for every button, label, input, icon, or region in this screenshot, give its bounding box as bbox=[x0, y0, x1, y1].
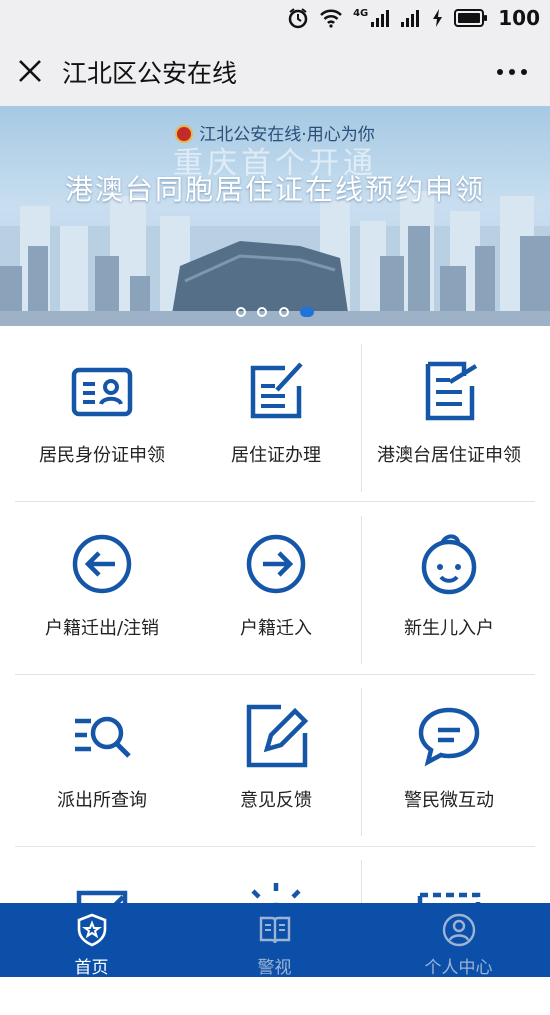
status-bar: 4G 100 bbox=[0, 0, 550, 36]
network-type: 4G bbox=[353, 7, 369, 19]
tab-label: 个人中心 bbox=[424, 958, 493, 978]
arrow-left-circle-icon bbox=[72, 534, 132, 594]
police-badge-icon bbox=[77, 913, 106, 947]
service-label: 户籍迁出/注销 bbox=[44, 618, 160, 639]
service-interaction[interactable]: 警民微互动 bbox=[362, 671, 536, 843]
service-label: 警民微互动 bbox=[404, 790, 494, 811]
service-label: 户籍迁入 bbox=[240, 618, 312, 639]
service-hukou-in[interactable]: 户籍迁入 bbox=[189, 499, 363, 671]
chat-bubble-icon bbox=[418, 707, 480, 767]
wifi-icon bbox=[320, 9, 342, 28]
service-label: 港澳台居住证申领 bbox=[377, 445, 521, 466]
tab-label: 首页 bbox=[74, 958, 109, 978]
pencil-square-icon bbox=[246, 704, 309, 768]
bottom-tab-bar: 首页 警视 个人中心 bbox=[0, 903, 550, 978]
charging-icon bbox=[433, 9, 443, 27]
document-edit-icon bbox=[425, 361, 478, 421]
service-id-card[interactable]: 居民身份证申领 bbox=[15, 326, 189, 498]
service-label: 意见反馈 bbox=[240, 790, 312, 811]
service-feedback[interactable]: 意见反馈 bbox=[189, 671, 363, 843]
carousel-dot[interactable] bbox=[278, 307, 289, 317]
more-options-icon[interactable] bbox=[496, 68, 528, 76]
page-title: 江北区公安在线 bbox=[62, 59, 238, 88]
service-residence-permit[interactable]: 居住证办理 bbox=[189, 326, 363, 498]
alarm-clock-icon bbox=[288, 8, 308, 29]
baby-face-icon bbox=[421, 534, 477, 595]
signal-icon-2 bbox=[401, 10, 420, 27]
service-label: 新生儿入户 bbox=[404, 618, 494, 639]
battery-level: 100 bbox=[498, 6, 540, 30]
close-icon[interactable] bbox=[16, 57, 44, 85]
tab-police-view[interactable]: 警视 bbox=[183, 903, 366, 978]
book-icon bbox=[259, 916, 290, 944]
service-label: 派出所查询 bbox=[57, 790, 147, 811]
carousel-dot[interactable] bbox=[236, 307, 247, 317]
battery-icon bbox=[454, 9, 488, 27]
tab-home[interactable]: 首页 bbox=[0, 903, 183, 978]
service-hukou-out[interactable]: 户籍迁出/注销 bbox=[15, 499, 189, 671]
promo-banner[interactable]: 江北公安在线·用心为你 重庆首个开通 港澳台同胞居住证在线预约申领 bbox=[0, 106, 550, 326]
title-bar: 江北区公安在线 bbox=[0, 36, 550, 106]
signal-icon-1 bbox=[371, 10, 390, 27]
carousel-dot-active[interactable] bbox=[299, 307, 314, 317]
tab-profile[interactable]: 个人中心 bbox=[367, 903, 550, 978]
service-newborn[interactable]: 新生儿入户 bbox=[362, 499, 536, 671]
id-card-icon bbox=[71, 367, 133, 417]
arrow-right-circle-icon bbox=[246, 534, 306, 594]
service-label: 居住证办理 bbox=[231, 445, 321, 466]
list-search-icon bbox=[75, 716, 131, 758]
user-icon bbox=[442, 913, 475, 947]
banner-subline: 港澳台同胞居住证在线预约申领 bbox=[64, 173, 485, 206]
edit-form-icon bbox=[250, 362, 303, 419]
service-station-query[interactable]: 派出所查询 bbox=[15, 671, 189, 843]
service-label: 居民身份证申领 bbox=[39, 445, 165, 466]
carousel-dot[interactable] bbox=[257, 307, 268, 317]
carousel-indicator bbox=[0, 302, 550, 321]
tab-label: 警视 bbox=[257, 958, 292, 978]
service-hmt-permit[interactable]: 港澳台居住证申领 bbox=[362, 326, 536, 498]
